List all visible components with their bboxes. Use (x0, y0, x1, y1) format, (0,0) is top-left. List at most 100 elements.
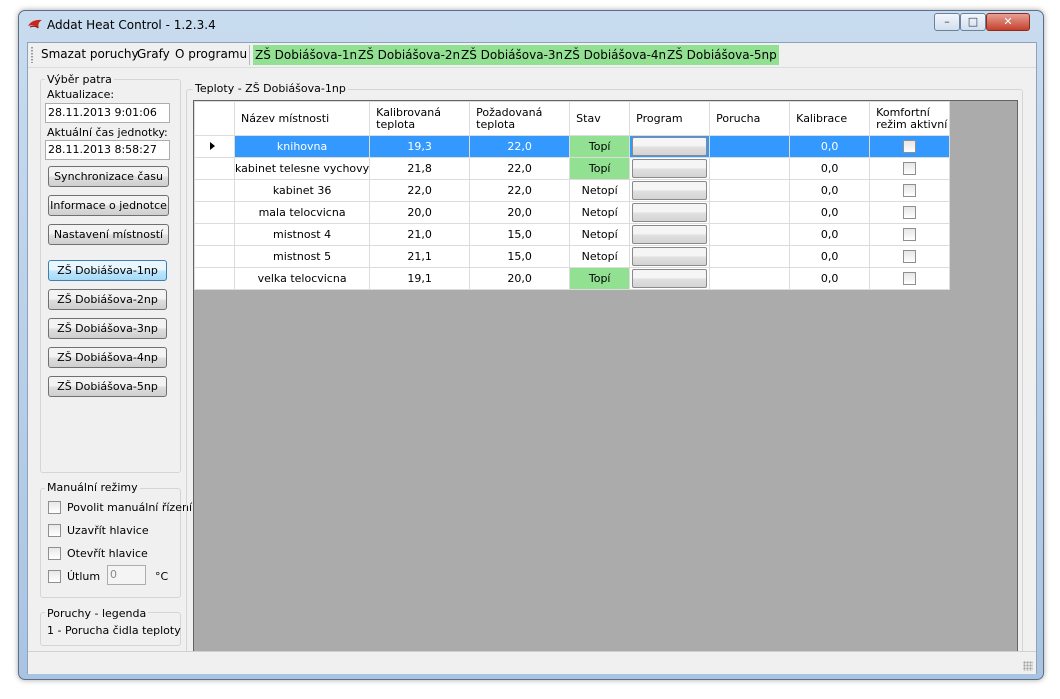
calibration-cell[interactable]: 0,0 (789, 245, 871, 268)
program-button[interactable] (632, 137, 708, 156)
fault-cell[interactable] (709, 157, 791, 180)
comfort-mode-checkbox[interactable] (903, 206, 917, 220)
menu-charts[interactable]: Grafy (137, 47, 170, 61)
program-button[interactable] (632, 247, 708, 266)
close-heads-checkbox[interactable] (48, 524, 61, 537)
open-heads-checkbox[interactable] (48, 547, 61, 560)
table-row[interactable]: knihovna 19,3 22,0 Topí 0,0 (194, 135, 951, 158)
program-cell[interactable] (629, 223, 711, 246)
table-row[interactable]: kabinet 36 22,0 22,0 Netopí 0,0 (194, 179, 951, 202)
program-cell[interactable] (629, 267, 711, 290)
manual-control-checkbox[interactable] (48, 501, 61, 514)
room-settings-button[interactable]: Nastavení místností (48, 224, 169, 245)
row-header[interactable] (194, 245, 235, 268)
program-button[interactable] (632, 203, 708, 222)
room-name-cell[interactable]: mistnost 5 (233, 245, 371, 268)
comfort-mode-cell[interactable] (869, 157, 951, 180)
manual-control-label[interactable]: Povolit manuální řízení (67, 501, 192, 514)
calibration-cell[interactable]: 0,0 (789, 267, 871, 290)
attenuation-label[interactable]: Útlum (67, 570, 100, 583)
fault-cell[interactable] (709, 135, 791, 158)
required-temp-cell[interactable]: 22,0 (469, 157, 571, 180)
comfort-mode-cell[interactable] (869, 267, 951, 290)
column-header-program[interactable]: Program (629, 101, 711, 136)
fault-cell[interactable] (709, 223, 791, 246)
room-name-cell[interactable]: velka telocvicna (233, 267, 371, 290)
tab-floor-4np[interactable]: ZŠ Dobiášova-4np (562, 45, 676, 65)
tab-floor-1np[interactable]: ZŠ Dobiášova-1np (253, 45, 367, 65)
floor-button-2np[interactable]: ZŠ Dobiášova-2np (48, 289, 167, 310)
calibrated-temp-cell[interactable]: 19,1 (369, 267, 471, 290)
program-button[interactable] (632, 225, 708, 244)
calibrated-temp-cell[interactable]: 22,0 (369, 179, 471, 202)
state-cell[interactable]: Netopí (569, 201, 631, 224)
comfort-mode-cell[interactable] (869, 245, 951, 268)
fault-cell[interactable] (709, 179, 791, 202)
comfort-mode-cell[interactable] (869, 201, 951, 224)
attenuation-checkbox[interactable] (48, 570, 61, 583)
attenuation-field[interactable]: 0 (107, 565, 146, 585)
fault-cell[interactable] (709, 201, 791, 224)
table-row[interactable]: mistnost 4 21,0 15,0 Netopí 0,0 (194, 223, 951, 246)
floor-button-3np[interactable]: ZŠ Dobiášova-3np (48, 318, 167, 339)
calibrated-temp-cell[interactable]: 19,3 (369, 135, 471, 158)
menu-about[interactable]: O programu (175, 47, 247, 61)
program-button[interactable] (632, 181, 708, 200)
comfort-mode-checkbox[interactable] (903, 272, 917, 286)
column-header-fault[interactable]: Porucha (709, 101, 791, 136)
calibrated-temp-cell[interactable]: 21,1 (369, 245, 471, 268)
column-header-comfort-mode[interactable]: Komfortní režim aktivní (869, 101, 951, 136)
calibration-cell[interactable]: 0,0 (789, 201, 871, 224)
row-header[interactable] (194, 179, 235, 202)
required-temp-cell[interactable]: 22,0 (469, 135, 571, 158)
comfort-mode-cell[interactable] (869, 223, 951, 246)
row-header[interactable] (194, 223, 235, 246)
calibrated-temp-cell[interactable]: 21,0 (369, 223, 471, 246)
maximize-button[interactable]: □ (960, 13, 986, 31)
comfort-mode-checkbox[interactable] (903, 162, 917, 176)
column-header-calibrated-temp[interactable]: Kalibrovaná teplota (369, 101, 471, 136)
tab-floor-3np[interactable]: ZŠ Dobiášova-3np (459, 45, 573, 65)
floor-button-1np[interactable]: ZŠ Dobiášova-1np (48, 260, 167, 281)
row-header[interactable] (194, 267, 235, 290)
program-button[interactable] (632, 269, 708, 288)
calibrated-temp-cell[interactable]: 20,0 (369, 201, 471, 224)
comfort-mode-checkbox[interactable] (903, 140, 917, 154)
column-header-state[interactable]: Stav (569, 101, 631, 136)
minimize-button[interactable]: – (934, 13, 960, 31)
comfort-mode-checkbox[interactable] (903, 228, 917, 242)
required-temp-cell[interactable]: 20,0 (469, 267, 571, 290)
calibrated-temp-cell[interactable]: 21,8 (369, 157, 471, 180)
required-temp-cell[interactable]: 20,0 (469, 201, 571, 224)
room-name-cell[interactable]: kabinet 36 (233, 179, 371, 202)
column-header-room-name[interactable]: Název místnosti (233, 101, 371, 136)
tab-floor-2np[interactable]: ZŠ Dobiášova-2np (356, 45, 470, 65)
unit-time-field[interactable]: 28.11.2013 8:58:27 (45, 140, 170, 160)
calibration-cell[interactable]: 0,0 (789, 223, 871, 246)
rooms-grid[interactable]: Název místnosti Kalibrovaná teplota Poža… (193, 100, 1018, 653)
state-cell[interactable]: Netopí (569, 223, 631, 246)
open-heads-label[interactable]: Otevřít hlavice (67, 547, 148, 560)
calibration-cell[interactable]: 0,0 (789, 179, 871, 202)
unit-info-button[interactable]: Informace o jednotce (48, 195, 169, 216)
required-temp-cell[interactable]: 15,0 (469, 223, 571, 246)
update-field[interactable]: 28.11.2013 9:01:06 (45, 103, 170, 123)
required-temp-cell[interactable]: 15,0 (469, 245, 571, 268)
program-cell[interactable] (629, 245, 711, 268)
state-cell[interactable]: Topí (569, 157, 631, 180)
column-header-required-temp[interactable]: Požadovaná teplota (469, 101, 571, 136)
row-header[interactable] (194, 135, 235, 158)
room-name-cell[interactable]: mala telocvicna (233, 201, 371, 224)
floor-button-4np[interactable]: ZŠ Dobiášova-4np (48, 347, 167, 368)
comfort-mode-cell[interactable] (869, 179, 951, 202)
close-heads-label[interactable]: Uzavřít hlavice (67, 524, 149, 537)
fault-cell[interactable] (709, 267, 791, 290)
comfort-mode-checkbox[interactable] (903, 184, 917, 198)
state-cell[interactable]: Netopí (569, 179, 631, 202)
menu-grip-icon[interactable] (31, 47, 33, 63)
comfort-mode-cell[interactable] (869, 135, 951, 158)
fault-cell[interactable] (709, 245, 791, 268)
table-row[interactable]: mala telocvicna 20,0 20,0 Netopí 0,0 (194, 201, 951, 224)
room-name-cell[interactable]: mistnost 4 (233, 223, 371, 246)
sync-time-button[interactable]: Synchronizace času (48, 166, 169, 187)
